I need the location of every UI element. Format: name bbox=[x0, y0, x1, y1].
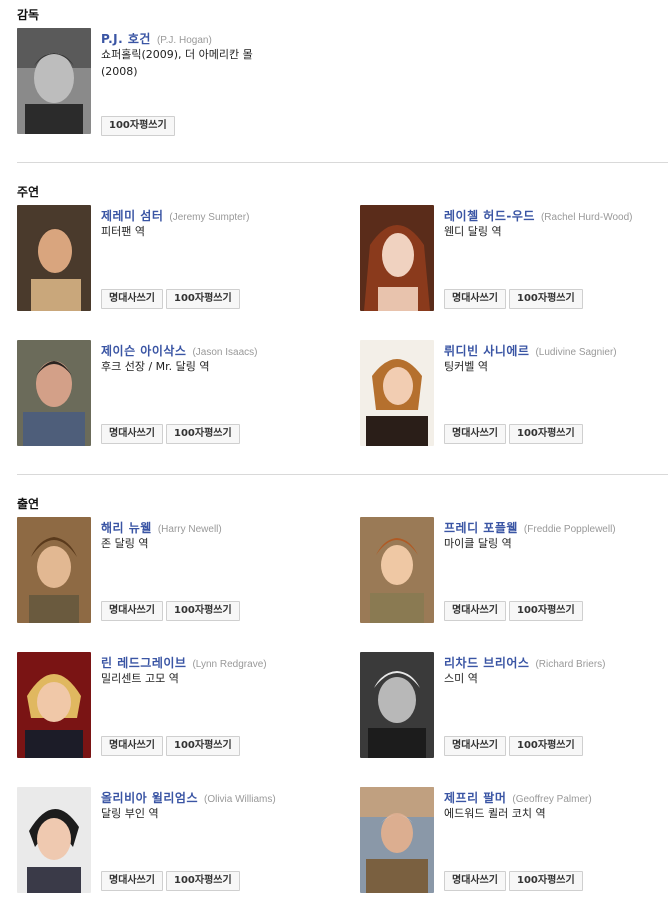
cast-card: 올리비아 윌리엄스 (Olivia Williams) 달링 부인 역 명대사쓰기… bbox=[17, 787, 317, 897]
review-button[interactable]: 100자평쓰기 bbox=[509, 424, 583, 444]
person-name-link[interactable]: 제이슨 아이삭스 bbox=[101, 344, 186, 358]
review-button[interactable]: 100자평쓰기 bbox=[166, 601, 240, 621]
person-role: 피터팬 역 bbox=[101, 225, 145, 238]
person-photo[interactable] bbox=[17, 787, 91, 893]
cast-card: 뤼디빈 사니에르 (Ludivine Sagnier) 팅커벨 역 명대사쓰기 10… bbox=[360, 340, 660, 450]
review-button[interactable]: 100자평쓰기 bbox=[509, 871, 583, 891]
cast-card: 프레디 포플웰 (Freddie Popplewell) 마이클 달링 역 명대사… bbox=[360, 517, 660, 627]
person-photo[interactable] bbox=[360, 517, 434, 623]
review-button[interactable]: 100자평쓰기 bbox=[166, 424, 240, 444]
person-photo[interactable] bbox=[360, 652, 434, 758]
person-role: 팅커벨 역 bbox=[444, 360, 488, 373]
person-photo[interactable] bbox=[17, 28, 91, 134]
person-name-link[interactable]: 올리비아 윌리엄스 bbox=[101, 791, 198, 805]
review-button[interactable]: 100자평쓰기 bbox=[509, 289, 583, 309]
person-photo[interactable] bbox=[17, 205, 91, 311]
person-original-name: (Jeremy Sumpter) bbox=[169, 212, 250, 223]
person-original-name: (Richard Briers) bbox=[535, 659, 606, 670]
person-name-link[interactable]: 제프리 팔머 bbox=[444, 791, 506, 805]
section-divider bbox=[17, 474, 668, 475]
person-original-name: (Jason Isaacs) bbox=[192, 347, 258, 358]
person-original-name: (P.J. Hogan) bbox=[156, 35, 212, 46]
person-name-link[interactable]: 제레미 섬터 bbox=[101, 209, 163, 223]
person-role: 스미 역 bbox=[444, 672, 478, 685]
review-button[interactable]: 100자평쓰기 bbox=[166, 736, 240, 756]
quote-button[interactable]: 명대사쓰기 bbox=[444, 871, 506, 891]
director-card: P.J. 호건 (P.J. Hogan) 쇼퍼홀릭(2009), 더 아메리칸 몰… bbox=[17, 28, 317, 138]
person-original-name: (Olivia Williams) bbox=[204, 794, 276, 805]
person-filmography: 쇼퍼홀릭(2009), 더 아메리칸 몰(2008) bbox=[101, 48, 253, 78]
cast-card: 리차드 브리어스 (Richard Briers) 스미 역 명대사쓰기 100자평… bbox=[360, 652, 660, 762]
person-role: 후크 선장 / Mr. 달링 역 bbox=[101, 360, 210, 373]
cast-card: 제레미 섬터 (Jeremy Sumpter) 피터팬 역 명대사쓰기 100자평쓰… bbox=[17, 205, 317, 315]
cast-card: 레이첼 허드-우드 (Rachel Hurd-Wood) 웬디 달링 역 명대사쓰… bbox=[360, 205, 660, 315]
person-role: 달링 부인 역 bbox=[101, 807, 159, 820]
person-name-link[interactable]: 뤼디빈 사니에르 bbox=[444, 344, 529, 358]
person-original-name: (Geoffrey Palmer) bbox=[512, 794, 592, 805]
section-title-main-cast: 주연 bbox=[17, 185, 40, 199]
person-photo[interactable] bbox=[17, 517, 91, 623]
section-title-director: 감독 bbox=[17, 8, 40, 22]
person-name-link[interactable]: P.J. 호건 bbox=[101, 32, 151, 46]
person-name-link[interactable]: 해리 뉴웰 bbox=[101, 521, 152, 535]
quote-button[interactable]: 명대사쓰기 bbox=[444, 424, 506, 444]
quote-button[interactable]: 명대사쓰기 bbox=[101, 736, 163, 756]
person-original-name: (Harry Newell) bbox=[157, 524, 222, 535]
review-button[interactable]: 100자평쓰기 bbox=[166, 289, 240, 309]
cast-card: 해리 뉴웰 (Harry Newell) 존 달링 역 명대사쓰기 100자평쓰기 bbox=[17, 517, 317, 627]
person-original-name: (Lynn Redgrave) bbox=[192, 659, 267, 670]
review-button[interactable]: 100자평쓰기 bbox=[166, 871, 240, 891]
person-name-link[interactable]: 프레디 포플웰 bbox=[444, 521, 518, 535]
person-photo[interactable] bbox=[17, 340, 91, 446]
person-role: 에드워드 퀼러 코치 역 bbox=[444, 807, 546, 820]
person-name-link[interactable]: 리차드 브리어스 bbox=[444, 656, 529, 670]
person-role: 마이클 달링 역 bbox=[444, 537, 512, 550]
person-photo[interactable] bbox=[17, 652, 91, 758]
quote-button[interactable]: 명대사쓰기 bbox=[444, 601, 506, 621]
quote-button[interactable]: 명대사쓰기 bbox=[101, 871, 163, 891]
review-button[interactable]: 100자평쓰기 bbox=[509, 736, 583, 756]
person-role: 밀리센트 고모 역 bbox=[101, 672, 179, 685]
person-photo[interactable] bbox=[360, 340, 434, 446]
person-original-name: (Freddie Popplewell) bbox=[523, 524, 616, 535]
quote-button[interactable]: 명대사쓰기 bbox=[101, 424, 163, 444]
section-divider bbox=[17, 162, 668, 163]
person-role: 존 달링 역 bbox=[101, 537, 149, 550]
section-title-supporting-cast: 출연 bbox=[17, 497, 40, 511]
person-role: 웬디 달링 역 bbox=[444, 225, 502, 238]
cast-card: 제프리 팔머 (Geoffrey Palmer) 에드워드 퀼러 코치 역 명대사… bbox=[360, 787, 660, 897]
review-button[interactable]: 100자평쓰기 bbox=[101, 116, 175, 136]
cast-card: 린 레드그레이브 (Lynn Redgrave) 밀리센트 고모 역 명대사쓰기 1… bbox=[17, 652, 317, 762]
person-original-name: (Ludivine Sagnier) bbox=[535, 347, 617, 358]
review-button[interactable]: 100자평쓰기 bbox=[509, 601, 583, 621]
quote-button[interactable]: 명대사쓰기 bbox=[101, 289, 163, 309]
quote-button[interactable]: 명대사쓰기 bbox=[444, 736, 506, 756]
quote-button[interactable]: 명대사쓰기 bbox=[444, 289, 506, 309]
person-photo[interactable] bbox=[360, 205, 434, 311]
quote-button[interactable]: 명대사쓰기 bbox=[101, 601, 163, 621]
person-original-name: (Rachel Hurd-Wood) bbox=[540, 212, 633, 223]
person-name-link[interactable]: 레이첼 허드-우드 bbox=[444, 209, 535, 223]
person-name-link[interactable]: 린 레드그레이브 bbox=[101, 656, 186, 670]
cast-card: 제이슨 아이삭스 (Jason Isaacs) 후크 선장 / Mr. 달링 역 … bbox=[17, 340, 317, 450]
person-photo[interactable] bbox=[360, 787, 434, 893]
